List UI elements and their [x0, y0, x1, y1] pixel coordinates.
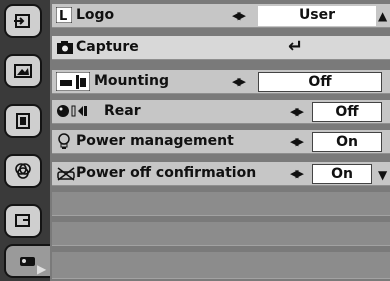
- enter-icon[interactable]: ↵: [288, 36, 303, 57]
- logo-icon: L: [55, 6, 73, 27]
- scroll-up-icon: ▲: [378, 9, 388, 23]
- menu-row-label: Power off confirmation: [76, 165, 257, 181]
- tab-picture[interactable]: [4, 54, 42, 88]
- tab-input[interactable]: [4, 4, 42, 38]
- adjust-arrows[interactable]: ◀▶: [232, 9, 246, 22]
- menu-row-label: Rear: [104, 103, 141, 119]
- menu-row-logo[interactable]: L Logo ◀▶ User ▲: [52, 4, 390, 28]
- adjust-arrows[interactable]: ◀▶: [232, 75, 246, 88]
- picture-icon: [14, 64, 32, 78]
- menu-row-capture[interactable]: Capture ↵: [52, 36, 390, 60]
- mounting-icon: [55, 71, 91, 95]
- power-management-icon: [56, 133, 72, 154]
- tab-image-adjust[interactable]: [4, 104, 42, 138]
- logo-value: User: [258, 6, 376, 26]
- menu-row-label: Logo: [76, 7, 115, 23]
- adjust-arrows[interactable]: ◀▶: [290, 167, 304, 180]
- menu-row-power-off-confirmation[interactable]: Power off confirmation ◀▶ On ▼: [52, 162, 390, 186]
- input-icon: [14, 14, 30, 28]
- tab-screen[interactable]: [4, 204, 42, 238]
- power-off-confirmation-icon: [56, 166, 76, 185]
- svg-text:L: L: [59, 9, 67, 23]
- scroll-down-icon: ▼: [378, 168, 388, 182]
- screen-icon: [15, 214, 30, 227]
- projector-osd: ▶ L Logo ◀▶ User ▲ Capture ↵ Mounting ◀▶…: [0, 0, 390, 281]
- adjust-arrows[interactable]: ◀▶: [290, 105, 304, 118]
- setting-icon: [20, 257, 35, 266]
- menu-row-power-management[interactable]: Power management ◀▶ On: [52, 130, 390, 154]
- menu-row-label: Mounting: [94, 73, 169, 89]
- empty-row: [52, 222, 390, 246]
- mounting-value: Off: [258, 72, 382, 92]
- menu-row-label: Power management: [76, 133, 234, 149]
- menu-row-mounting[interactable]: Mounting ◀▶ Off: [52, 70, 390, 94]
- menu-row-label: Capture: [76, 39, 139, 55]
- color-icon: [15, 163, 31, 179]
- capture-icon: [56, 40, 74, 59]
- settings-menu: L Logo ◀▶ User ▲ Capture ↵ Mounting ◀▶ O…: [50, 0, 390, 281]
- rear-icon: [56, 103, 90, 123]
- rear-value: Off: [312, 102, 382, 122]
- empty-row: [52, 192, 390, 216]
- menu-sidebar: ▶: [0, 0, 50, 281]
- empty-row: [52, 252, 390, 279]
- image-adjust-icon: [16, 113, 30, 129]
- power-off-confirmation-value: On: [312, 164, 372, 184]
- menu-row-rear[interactable]: Rear ◀▶ Off: [52, 100, 390, 124]
- power-management-value: On: [312, 132, 382, 152]
- tab-color[interactable]: [4, 154, 42, 188]
- adjust-arrows[interactable]: ◀▶: [290, 135, 304, 148]
- active-tab-pointer: ▶: [37, 262, 47, 276]
